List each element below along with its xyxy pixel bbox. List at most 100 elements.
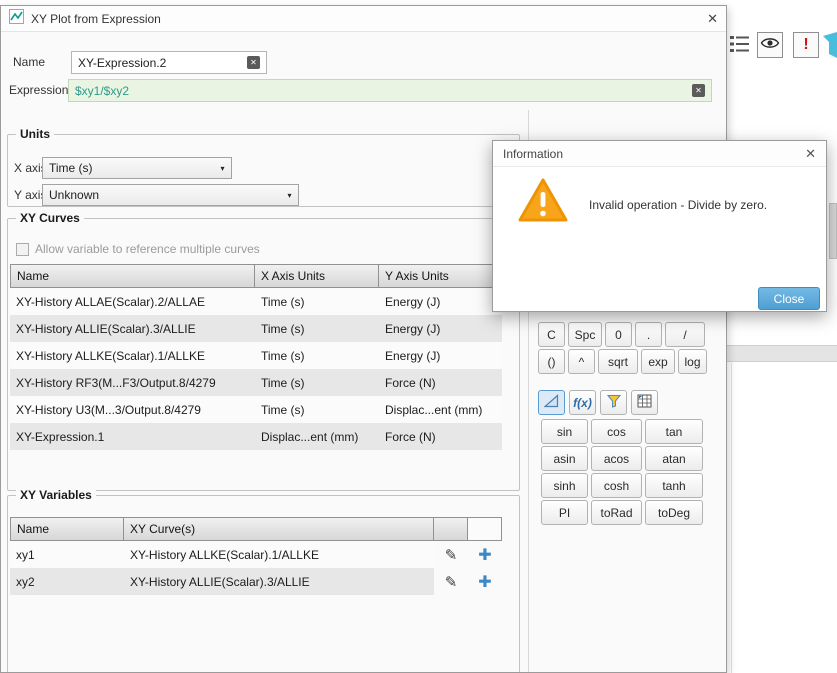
expression-value: $xy1/$xy2 — [75, 83, 130, 98]
curve-x-units: Time (s) — [255, 369, 379, 396]
curve-row[interactable]: XY-History ALLAE(Scalar).2/ALLAE Time (s… — [10, 288, 502, 315]
edit-variable-icon[interactable]: ✎ — [445, 573, 458, 591]
calc-todeg-button[interactable]: toDeg — [645, 500, 703, 525]
expression-input[interactable]: $xy1/$xy2 ✕ — [68, 79, 712, 102]
calc-torad-button[interactable]: toRad — [591, 500, 642, 525]
plot-tool-button[interactable] — [538, 390, 565, 415]
x-axis-dropdown[interactable]: Time (s) ▾ — [42, 157, 232, 179]
info-titlebar[interactable]: Information ✕ — [493, 141, 826, 167]
name-label: Name — [13, 55, 46, 69]
curve-row[interactable]: XY-History U3(M...3/Output.8/4279 Time (… — [10, 396, 502, 423]
calc-dot-button[interactable]: . — [635, 322, 662, 347]
xy-variables-group: XY Variables Name XY Curve(s) xy1 XY-His… — [7, 488, 520, 672]
column-header-edit[interactable] — [434, 517, 468, 541]
eye-icon — [760, 36, 780, 55]
calc-space-button[interactable]: Spc — [568, 322, 602, 347]
add-curve-icon[interactable]: ✚ — [478, 572, 491, 592]
info-message: Invalid operation - Divide by zero. — [589, 198, 768, 212]
scrollbar-thumb[interactable] — [829, 203, 837, 259]
info-close-button[interactable]: Close — [758, 287, 820, 310]
y-axis-dropdown[interactable]: Unknown ▾ — [42, 184, 299, 206]
curve-row[interactable]: XY-Expression.1 Displac...ent (mm) Force… — [10, 423, 502, 450]
list-icon[interactable] — [729, 34, 751, 59]
calc-clear-button[interactable]: C — [538, 322, 565, 347]
x-axis-value: Time (s) — [49, 161, 93, 175]
variable-curve: XY-History ALLKE(Scalar).1/ALLKE — [124, 541, 434, 568]
calc-cos-button[interactable]: cos — [591, 419, 642, 444]
multi-curve-checkbox-label: Allow variable to reference multiple cur… — [35, 242, 260, 256]
splitter-band[interactable] — [727, 345, 837, 362]
column-header-y-units[interactable]: Y Axis Units — [379, 264, 502, 288]
calc-paren-button[interactable]: () — [538, 349, 565, 374]
curve-row[interactable]: XY-History RF3(M...F3/Output.8/4279 Time… — [10, 369, 502, 396]
fx-button[interactable]: f(x) — [569, 390, 596, 415]
calc-tanh-button[interactable]: tanh — [645, 473, 703, 498]
curve-row[interactable]: XY-History ALLKE(Scalar).1/ALLKE Time (s… — [10, 342, 502, 369]
calc-sqrt-button[interactable]: sqrt — [598, 349, 638, 374]
funnel-icon — [606, 394, 621, 411]
units-group: Units X axis Time (s) ▾ Y axis Unknown ▾ — [7, 127, 520, 207]
calc-atan-button[interactable]: atan — [645, 446, 703, 471]
curve-x-units: Time (s) — [255, 288, 379, 315]
visibility-eye-button[interactable] — [757, 32, 783, 58]
clear-expression-icon[interactable]: ✕ — [692, 84, 705, 97]
calc-exp-button[interactable]: exp — [641, 349, 675, 374]
filter-partial-icon[interactable] — [823, 32, 837, 63]
edit-variable-icon[interactable]: ✎ — [445, 546, 458, 564]
curve-y-units: Energy (J) — [379, 288, 502, 315]
fx-icon: f(x) — [573, 395, 592, 410]
curve-x-units: Time (s) — [255, 315, 379, 342]
close-icon[interactable]: ✕ — [707, 11, 718, 27]
xy-plot-dialog: XY Plot from Expression ✕ Name XY-Expres… — [0, 5, 727, 673]
curve-y-units: Energy (J) — [379, 342, 502, 369]
xy-plot-icon — [9, 8, 24, 29]
variable-row[interactable]: xy2 XY-History ALLIE(Scalar).3/ALLIE ✎ ✚ — [10, 568, 502, 595]
calc-log-button[interactable]: log — [678, 349, 707, 374]
filter-button[interactable] — [600, 390, 627, 415]
column-header-x-units[interactable]: X Axis Units — [255, 264, 379, 288]
close-icon[interactable]: ✕ — [805, 146, 816, 162]
calc-tan-button[interactable]: tan — [645, 419, 703, 444]
curve-name: XY-History ALLIE(Scalar).3/ALLIE — [10, 315, 255, 342]
variable-row[interactable]: xy1 XY-History ALLKE(Scalar).1/ALLKE ✎ ✚ — [10, 541, 502, 568]
chevron-down-icon: ▾ — [287, 190, 292, 200]
calc-power-button[interactable]: ^ — [568, 349, 595, 374]
warning-triangle-icon — [517, 177, 569, 228]
variable-name: xy1 — [10, 541, 124, 568]
column-header-xy-curves[interactable]: XY Curve(s) — [124, 517, 434, 541]
xy-variables-group-label: XY Variables — [16, 488, 96, 502]
variables-table-header: Name XY Curve(s) — [10, 517, 502, 541]
add-curve-icon[interactable]: ✚ — [478, 545, 491, 565]
name-input[interactable]: XY-Expression.2 ✕ — [71, 51, 267, 74]
curve-y-units: Force (N) — [379, 369, 502, 396]
calc-divide-button[interactable]: / — [665, 322, 705, 347]
calc-acos-button[interactable]: acos — [591, 446, 642, 471]
calc-pi-button[interactable]: PI — [541, 500, 588, 525]
chevron-down-icon: ▾ — [220, 163, 225, 173]
table-button[interactable] — [631, 390, 658, 415]
panel-edge-line — [731, 363, 732, 673]
name-value: XY-Expression.2 — [78, 55, 167, 70]
curve-row[interactable]: XY-History ALLIE(Scalar).3/ALLIE Time (s… — [10, 315, 502, 342]
calc-cosh-button[interactable]: cosh — [591, 473, 642, 498]
curve-name: XY-Expression.1 — [10, 423, 255, 450]
curve-name: XY-History ALLAE(Scalar).2/ALLAE — [10, 288, 255, 315]
curve-x-units: Time (s) — [255, 342, 379, 369]
information-dialog: Information ✕ Invalid operation - Divide… — [492, 140, 827, 312]
calc-sinh-button[interactable]: sinh — [541, 473, 588, 498]
column-header-add[interactable] — [468, 517, 502, 541]
units-group-label: Units — [16, 127, 54, 141]
multi-curve-checkbox[interactable] — [16, 243, 29, 256]
warning-button[interactable]: ! — [793, 32, 819, 58]
variable-name: xy2 — [10, 568, 124, 595]
column-header-var-name[interactable]: Name — [10, 517, 124, 541]
clear-name-icon[interactable]: ✕ — [247, 56, 260, 69]
calc-asin-button[interactable]: asin — [541, 446, 588, 471]
dialog-titlebar[interactable]: XY Plot from Expression ✕ — [1, 6, 726, 32]
app-toolbar: ! — [727, 30, 837, 62]
exclamation-icon: ! — [803, 36, 809, 53]
column-header-name[interactable]: Name — [10, 264, 255, 288]
calc-zero-button[interactable]: 0 — [605, 322, 632, 347]
curve-name: XY-History ALLKE(Scalar).1/ALLKE — [10, 342, 255, 369]
calc-sin-button[interactable]: sin — [541, 419, 588, 444]
